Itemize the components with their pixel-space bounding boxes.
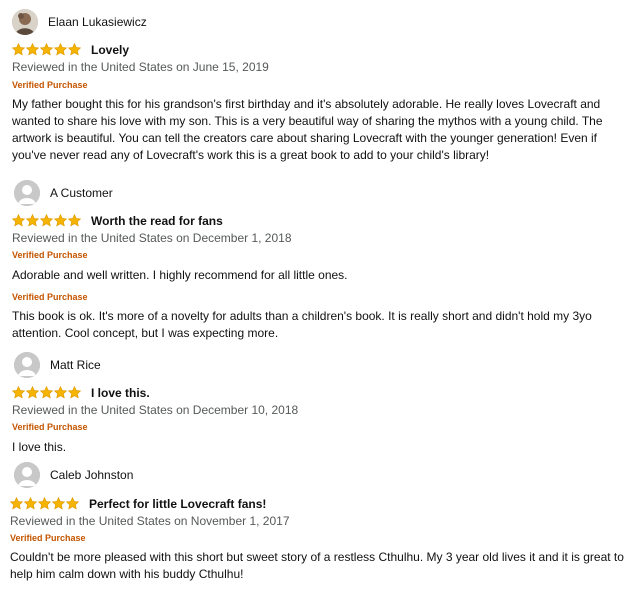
star-rating[interactable] [12, 43, 81, 56]
review-date: Reviewed in the United States on Decembe… [12, 231, 292, 245]
reviewer-avatar[interactable] [14, 352, 40, 378]
review-title[interactable]: I love this. [91, 386, 150, 400]
star-icon [12, 386, 25, 399]
user-icon [14, 462, 40, 488]
reviewer-name[interactable]: Matt Rice [50, 358, 101, 372]
review-title[interactable]: Lovely [91, 43, 129, 57]
user-icon [14, 180, 40, 206]
star-icon [52, 497, 65, 510]
review-date: Reviewed in the United States on June 15… [12, 60, 269, 74]
verified-purchase-badge: Verified Purchase [12, 422, 88, 432]
verified-purchase-badge: Verified Purchase [12, 292, 88, 302]
star-icon [40, 43, 53, 56]
photo-avatar-icon [12, 9, 38, 35]
review-body: I love this. [12, 440, 67, 454]
reviewer-avatar[interactable] [14, 462, 40, 488]
verified-purchase-badge: Verified Purchase [12, 250, 88, 260]
star-icon [12, 214, 25, 227]
reviewer-avatar[interactable] [14, 180, 40, 206]
user-icon [14, 352, 40, 378]
reviewer-avatar[interactable] [12, 9, 38, 35]
review-date: Reviewed in the United States on Novembe… [10, 514, 290, 528]
star-icon [40, 214, 53, 227]
star-icon [54, 214, 67, 227]
star-icon [40, 386, 53, 399]
review-body: Couldn't be more pleased with this short… [10, 550, 624, 581]
review-body: Adorable and well written. I highly reco… [12, 268, 348, 282]
star-icon [10, 497, 23, 510]
review-date: Reviewed in the United States on Decembe… [12, 403, 299, 417]
reviewer-name[interactable]: A Customer [50, 186, 113, 200]
verified-purchase-badge: Verified Purchase [12, 80, 88, 90]
star-icon [12, 43, 25, 56]
star-icon [66, 497, 79, 510]
star-icon [26, 386, 39, 399]
review-title[interactable]: Worth the read for fans [91, 214, 223, 228]
reviewer-name[interactable]: Elaan Lukasiewicz [48, 15, 147, 29]
review-body-additional: This book is ok. It's more of a novelty … [12, 309, 592, 340]
star-icon [54, 386, 67, 399]
star-icon [38, 497, 51, 510]
star-rating[interactable] [12, 386, 81, 399]
star-rating[interactable] [10, 497, 79, 510]
star-icon [24, 497, 37, 510]
star-rating[interactable] [12, 214, 81, 227]
star-icon [54, 43, 67, 56]
verified-purchase-badge: Verified Purchase [10, 533, 86, 543]
star-icon [68, 386, 81, 399]
star-icon [26, 214, 39, 227]
review-body: My father bought this for his grandson's… [12, 97, 603, 162]
reviewer-name[interactable]: Caleb Johnston [50, 468, 133, 482]
review-title[interactable]: Perfect for little Lovecraft fans! [89, 497, 266, 511]
star-icon [68, 214, 81, 227]
star-icon [26, 43, 39, 56]
star-icon [68, 43, 81, 56]
